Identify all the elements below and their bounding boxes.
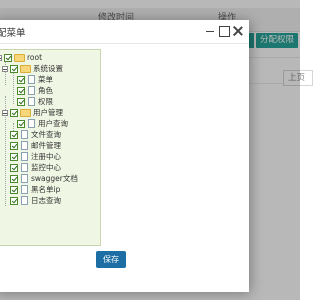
save-button[interactable]: 保存 — [96, 251, 126, 268]
checkbox-checked-icon[interactable] — [17, 87, 25, 95]
tree-node-swagger[interactable]: swagger文档 — [0, 174, 100, 184]
tree-node-label: 权限 — [38, 97, 53, 106]
tree-node-label: 邮件管理 — [31, 141, 61, 150]
file-icon — [21, 141, 28, 150]
checkbox-checked-icon[interactable] — [10, 153, 18, 161]
file-icon — [21, 174, 28, 183]
menu-tree: root 系统设置 菜单 角色 权限 用户管理 用户查询 文件查询 邮件管理 注… — [0, 49, 101, 246]
tree-node-file-query[interactable]: 文件查询 — [0, 130, 100, 140]
tree-node-root[interactable]: root — [0, 53, 100, 63]
tree-node-permission[interactable]: 权限 — [0, 97, 100, 107]
file-icon — [21, 196, 28, 205]
checkbox-checked-icon[interactable] — [10, 65, 18, 73]
tree-node-label: 日志查询 — [31, 196, 61, 205]
tree-node-monitor[interactable]: 监控中心 — [0, 163, 100, 173]
checkbox-checked-icon[interactable] — [10, 186, 18, 194]
file-icon — [21, 130, 28, 139]
checkbox-checked-icon[interactable] — [10, 197, 18, 205]
tree-node-label: 黑名单ip — [31, 185, 61, 194]
checkbox-checked-icon[interactable] — [10, 164, 18, 172]
folder-open-icon — [14, 54, 25, 62]
tree-node-blacklist-ip[interactable]: 黑名单ip — [0, 185, 100, 195]
close-icon[interactable] — [232, 25, 244, 37]
checkbox-checked-icon[interactable] — [10, 142, 18, 150]
tree-node-system-settings[interactable]: 系统设置 — [0, 64, 100, 74]
tree-node-label: root — [27, 53, 43, 62]
file-icon — [21, 185, 28, 194]
collapse-icon[interactable] — [0, 55, 2, 61]
file-icon — [21, 152, 28, 161]
checkbox-checked-icon[interactable] — [17, 120, 25, 128]
checkbox-checked-icon[interactable] — [4, 54, 12, 62]
dialog-title: 配菜单 — [0, 28, 26, 39]
tree-node-user-query[interactable]: 用户查询 — [0, 119, 100, 129]
checkbox-checked-icon[interactable] — [10, 131, 18, 139]
collapse-icon[interactable] — [2, 110, 8, 116]
maximize-icon[interactable] — [218, 25, 230, 37]
tree-node-mail-management[interactable]: 邮件管理 — [0, 141, 100, 151]
tree-node-registry[interactable]: 注册中心 — [0, 152, 100, 162]
tree-node-user-management[interactable]: 用户管理 — [0, 108, 100, 118]
checkbox-checked-icon[interactable] — [17, 98, 25, 106]
tree-node-log-query[interactable]: 日志查询 — [0, 196, 100, 206]
file-icon — [28, 119, 35, 128]
checkbox-checked-icon[interactable] — [10, 109, 18, 117]
file-icon — [21, 163, 28, 172]
file-icon — [28, 86, 35, 95]
assign-menu-dialog: 配菜单 root 系统设置 菜单 角色 权限 用户管理 用户查询 文件查询 邮件… — [0, 20, 249, 292]
collapse-icon[interactable] — [2, 66, 8, 72]
file-icon — [28, 75, 35, 84]
tree-node-menu[interactable]: 菜单 — [0, 75, 100, 85]
tree-node-label: 用户管理 — [33, 108, 63, 117]
tree-node-label: 系统设置 — [33, 64, 63, 73]
tree-node-label: 监控中心 — [31, 163, 61, 172]
tree-node-label: swagger文档 — [31, 174, 78, 183]
folder-open-icon — [20, 65, 31, 73]
tree-node-label: 用户查询 — [38, 119, 68, 128]
checkbox-checked-icon[interactable] — [10, 175, 18, 183]
folder-open-icon — [20, 109, 31, 117]
minimize-icon[interactable] — [204, 25, 216, 37]
tree-node-label: 菜单 — [38, 75, 53, 84]
dialog-header: 配菜单 — [0, 20, 249, 44]
tree-node-label: 注册中心 — [31, 152, 61, 161]
tree-node-label: 角色 — [38, 86, 53, 95]
file-icon — [28, 97, 35, 106]
tree-node-role[interactable]: 角色 — [0, 86, 100, 96]
checkbox-checked-icon[interactable] — [17, 76, 25, 84]
tree-node-label: 文件查询 — [31, 130, 61, 139]
